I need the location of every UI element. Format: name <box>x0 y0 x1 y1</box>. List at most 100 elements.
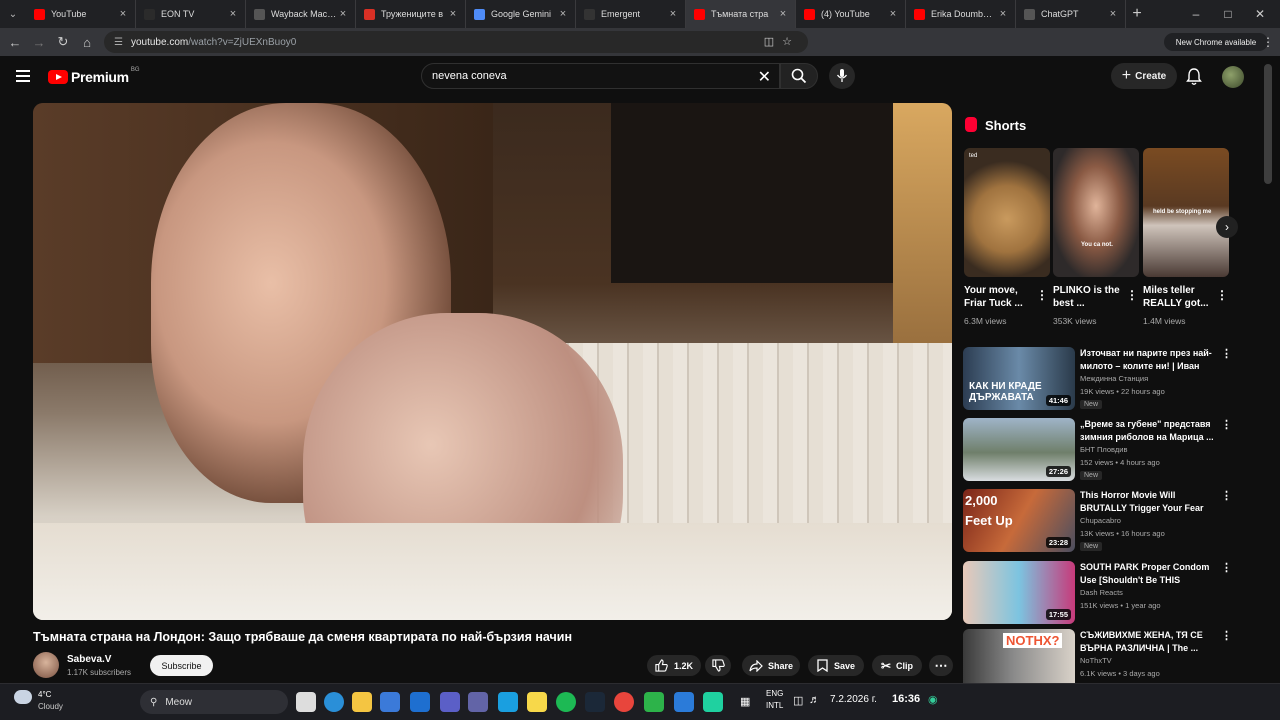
vscode-icon[interactable] <box>674 692 694 712</box>
chrome-icon[interactable] <box>614 692 634 712</box>
search-button[interactable] <box>780 63 818 89</box>
hamburger-menu-icon[interactable] <box>16 70 30 82</box>
channel-avatar[interactable] <box>33 652 59 678</box>
taskbar-search[interactable]: ⚲ Meow <box>140 690 288 714</box>
teams-icon[interactable] <box>468 692 488 712</box>
maximize-button[interactable]: □ <box>1212 0 1244 28</box>
create-button[interactable]: + Create <box>1111 63 1177 89</box>
close-tab-icon[interactable]: × <box>997 8 1009 20</box>
short-title[interactable]: Miles teller REALLY got... <box>1143 284 1215 310</box>
app-icon[interactable] <box>440 692 460 712</box>
short-title[interactable]: PLINKO is the best ... <box>1053 284 1125 310</box>
recommended-video[interactable]: 17:55 SOUTH PARK Proper Condom Use [Shou… <box>963 561 1232 625</box>
chrome-menu-icon[interactable]: ⋮ <box>1252 28 1280 56</box>
steam-icon[interactable] <box>585 692 605 712</box>
tray-overflow-icon[interactable]: ▦ <box>740 695 750 708</box>
close-tab-icon[interactable]: × <box>1107 8 1119 20</box>
more-options-icon[interactable]: ⋮ <box>1221 418 1232 431</box>
new-badge: New <box>1080 471 1103 480</box>
short-thumbnail[interactable]: ted <box>964 148 1050 277</box>
short-more-icon[interactable]: ⋮ <box>1216 288 1228 302</box>
close-tab-icon[interactable]: × <box>117 8 129 20</box>
more-options-icon[interactable]: ⋮ <box>1221 561 1232 574</box>
search-query: nevena coneva <box>432 70 507 82</box>
edge-icon[interactable] <box>324 692 344 712</box>
tab-search-chevron-icon[interactable]: ⌄ <box>0 0 26 28</box>
short-more-icon[interactable]: ⋮ <box>1036 288 1048 302</box>
browser-tab[interactable]: Google Gemini × <box>466 0 576 28</box>
close-tab-icon[interactable]: × <box>447 8 459 20</box>
browser-tab[interactable]: Erika Doumbova × <box>906 0 1016 28</box>
subscribe-button[interactable]: Subscribe <box>150 655 213 676</box>
browser-tab[interactable]: EON TV × <box>136 0 246 28</box>
spotify-icon[interactable] <box>556 692 576 712</box>
browser-tab[interactable]: ChatGPT × <box>1016 0 1126 28</box>
more-options-icon[interactable]: ⋮ <box>1221 347 1232 360</box>
app-icon[interactable] <box>644 692 664 712</box>
app-icon[interactable] <box>703 692 723 712</box>
notifications-bell-icon[interactable] <box>1186 68 1202 86</box>
page-scrollbar[interactable] <box>1264 64 1272 184</box>
short-more-icon[interactable]: ⋮ <box>1126 288 1138 302</box>
clip-button[interactable]: ✂ Clip <box>872 655 922 676</box>
site-info-icon[interactable]: ☰ <box>114 37 123 48</box>
address-bar[interactable]: ☰ youtube.com/watch?v=ZjUEXnBuoy0 ◫☆ <box>104 31 808 53</box>
close-tab-icon[interactable]: × <box>337 8 349 20</box>
channel-name[interactable]: Sabeva.V <box>67 654 111 665</box>
tray-clock[interactable]: 16:36 <box>892 693 920 705</box>
home-icon[interactable]: ⌂ <box>75 35 99 50</box>
store-icon[interactable] <box>380 692 400 712</box>
close-tab-icon[interactable]: × <box>227 8 239 20</box>
browser-tab[interactable]: (4) YouTube × <box>796 0 906 28</box>
dislike-button[interactable] <box>705 655 731 676</box>
browser-tab[interactable]: YouTube × <box>26 0 136 28</box>
save-button[interactable]: Save <box>808 655 864 676</box>
app-icon[interactable] <box>498 692 518 712</box>
voice-search-button[interactable] <box>829 63 855 89</box>
close-tab-icon[interactable]: × <box>887 8 899 20</box>
close-window-button[interactable]: ✕ <box>1244 0 1276 28</box>
bookmark-star-icon[interactable]: ◫☆ <box>764 35 800 48</box>
browser-tab[interactable]: Emergent × <box>576 0 686 28</box>
more-options-icon[interactable]: ⋮ <box>1221 629 1232 642</box>
short-title[interactable]: Your move, Friar Tuck ... <box>964 284 1036 310</box>
share-button[interactable]: Share <box>742 655 800 676</box>
weather-condition[interactable]: Cloudy <box>38 702 63 711</box>
back-icon[interactable]: ← <box>3 35 27 50</box>
close-tab-icon[interactable]: × <box>557 8 569 20</box>
browser-tab[interactable]: Тружениците в × <box>356 0 466 28</box>
account-avatar[interactable] <box>1222 66 1244 88</box>
short-thumbnail[interactable]: held be stopping me <box>1143 148 1229 277</box>
browser-tab[interactable]: Wayback Machine × <box>246 0 356 28</box>
weather-temp[interactable]: 4°C <box>38 690 51 699</box>
more-options-icon[interactable]: ⋮ <box>1221 489 1232 502</box>
forward-icon[interactable]: → <box>27 35 51 50</box>
reload-icon[interactable]: ↻ <box>51 34 75 50</box>
clear-search-icon[interactable]: ✕ <box>758 67 771 87</box>
mic-icon[interactable]: ◉ <box>928 693 938 706</box>
recommended-video[interactable]: 27:26 „Време за губене" представя зимния… <box>963 418 1232 482</box>
file-explorer-icon[interactable] <box>352 692 372 712</box>
search-input[interactable]: nevena coneva ✕ <box>421 63 780 89</box>
close-tab-icon[interactable]: × <box>777 8 789 20</box>
task-view-icon[interactable] <box>296 692 316 712</box>
recommended-video[interactable]: КАК НИ КРАДЕ ДЪРЖАВАТА 41:46 Източват ни… <box>963 347 1232 411</box>
network-icon[interactable]: ◫ <box>793 694 803 707</box>
outlook-icon[interactable] <box>410 692 430 712</box>
short-thumbnail[interactable]: You ca not. <box>1053 148 1139 277</box>
recommended-video[interactable]: 2,000 Feet Up 23:28 This Horror Movie Wi… <box>963 489 1232 553</box>
sticky-notes-icon[interactable] <box>527 692 547 712</box>
tray-date[interactable]: 7.2.2026 г. <box>830 694 877 705</box>
shorts-next-chevron-icon[interactable]: › <box>1216 216 1238 238</box>
like-button[interactable]: 1.2K <box>647 655 701 676</box>
new-tab-button[interactable]: + <box>1126 5 1148 23</box>
browser-tab[interactable]: Тъмната стра × <box>686 0 796 28</box>
minimize-button[interactable]: – <box>1180 0 1212 28</box>
volume-icon[interactable]: ♬ <box>809 694 820 706</box>
input-lang[interactable]: ENG <box>766 689 783 698</box>
video-player[interactable] <box>33 103 952 620</box>
more-actions-icon[interactable]: ⋯ <box>929 655 953 676</box>
close-tab-icon[interactable]: × <box>667 8 679 20</box>
youtube-premium-logo[interactable]: Premium BG <box>48 67 139 85</box>
input-layout[interactable]: INTL <box>766 701 783 710</box>
